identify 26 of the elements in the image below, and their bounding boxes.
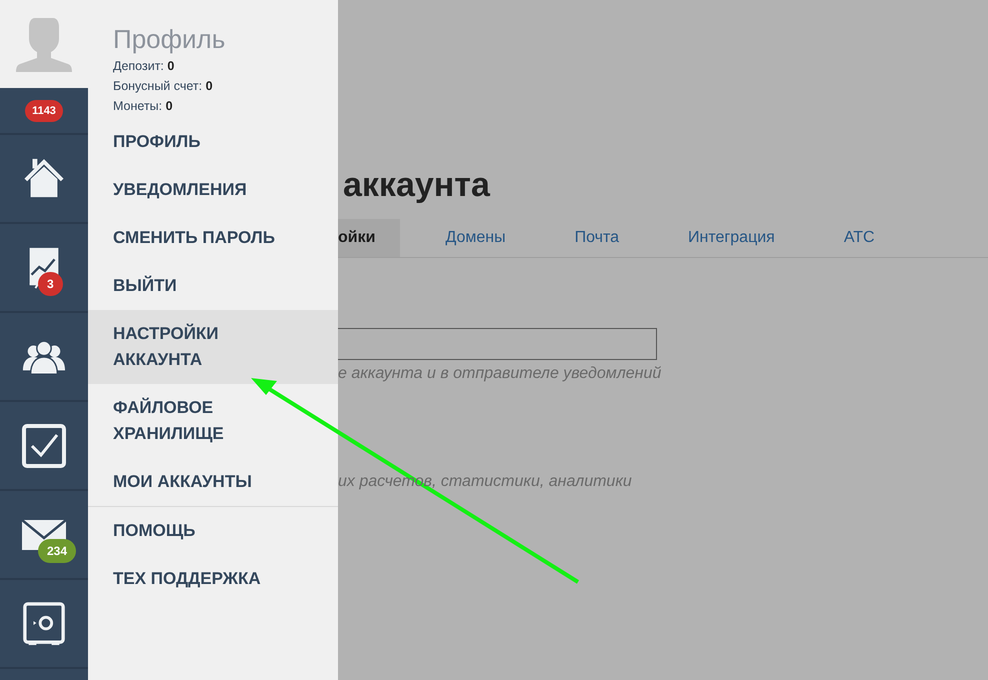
hint-text: е аккаунта и в отправителе уведомлений xyxy=(338,364,662,384)
tab[interactable]: ойки xyxy=(338,219,400,257)
count-badge: 1143 xyxy=(25,100,63,122)
input-field[interactable] xyxy=(338,328,657,360)
balance-text: Депозит: 0 xyxy=(113,58,176,75)
menu-item[interactable]: ФАЙЛОВОЕ ХРАНИЛИЩЕ xyxy=(88,384,338,458)
menu-item[interactable]: ПРОФИЛЬ xyxy=(88,118,338,166)
tab[interactable]: Домены xyxy=(400,219,530,257)
tab[interactable]: АТС xyxy=(798,219,899,257)
checkbox-icon xyxy=(22,424,66,468)
tab[interactable]: Интеграция xyxy=(643,219,799,257)
menu-item[interactable]: ТЕХ ПОДДЕРЖКА xyxy=(88,555,338,603)
page-heading: аккаунта xyxy=(343,165,492,206)
count-badge: 234 xyxy=(38,539,76,563)
menu-item[interactable]: СМЕНИТЬ ПАРОЛЬ xyxy=(88,214,338,262)
balance-text: Монеты: 0 xyxy=(113,98,174,115)
menu-item[interactable]: МОИ АККАУНТЫ xyxy=(88,458,338,506)
tab[interactable]: Почта xyxy=(530,219,644,257)
menu-item[interactable]: НАСТРОЙКИ АККАУНТА xyxy=(88,310,338,384)
menu-item[interactable]: ПОМОЩЬ xyxy=(88,507,338,555)
balance-text: Бонусный счет: 0 xyxy=(113,78,214,95)
safe-icon xyxy=(22,602,66,646)
menu-item[interactable]: УВЕДОМЛЕНИЯ xyxy=(88,166,338,214)
profile-title: Профиль xyxy=(113,23,226,56)
count-badge: 3 xyxy=(38,272,63,296)
menu-item[interactable]: ВЫЙТИ xyxy=(88,262,338,310)
